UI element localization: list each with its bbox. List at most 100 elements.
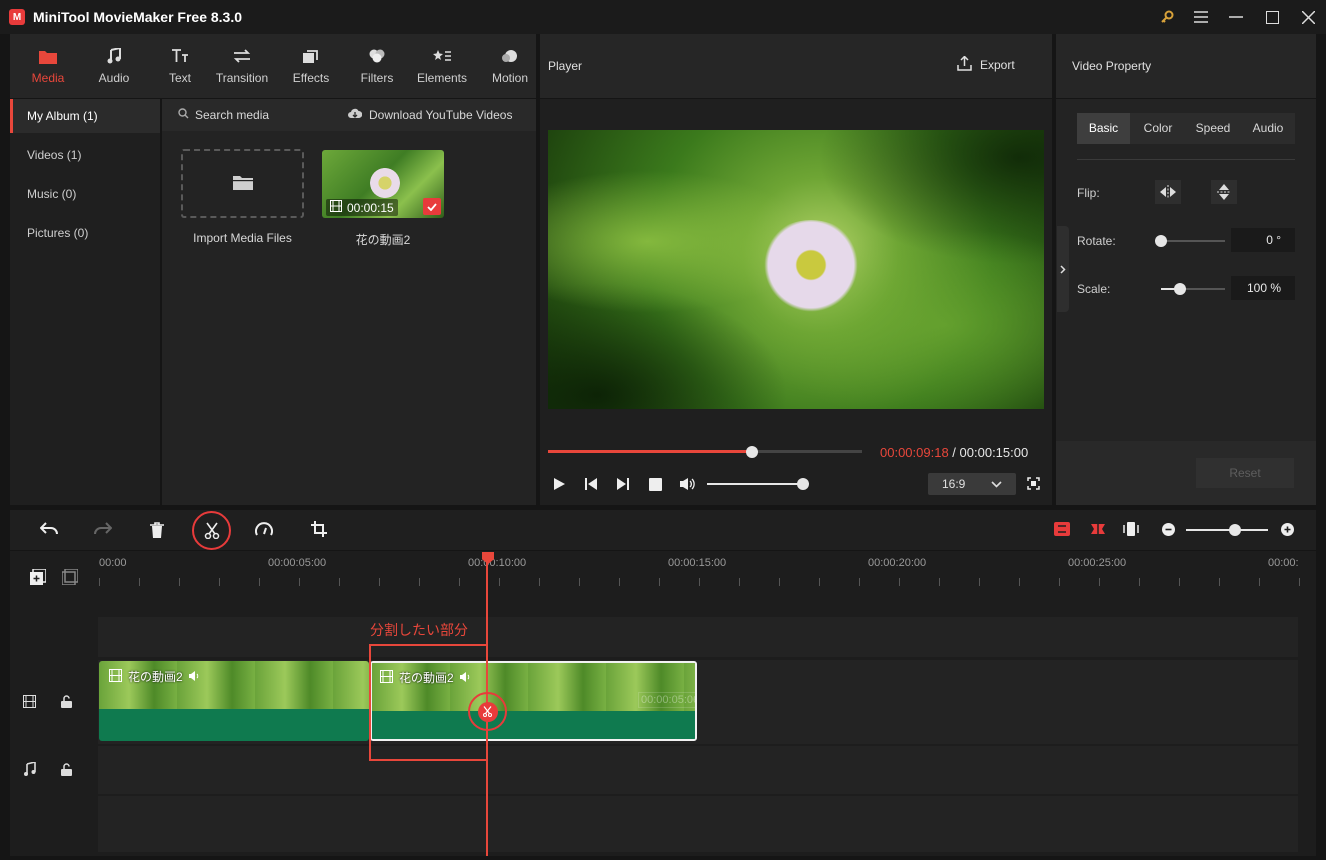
tab-media[interactable]: Media [30, 34, 66, 98]
scale-value[interactable]: 100 % [1231, 276, 1295, 300]
clip-ghost-time: 00:00:05:06 [638, 692, 695, 708]
tab-speed[interactable]: Speed [1186, 113, 1240, 144]
scissors-icon [477, 701, 498, 722]
ruler-tick [259, 578, 260, 586]
media-clip-name: 花の動画2 [355, 233, 411, 247]
undo-button[interactable] [39, 522, 58, 539]
flower-image [756, 220, 866, 320]
export-button[interactable]: Export [957, 55, 1015, 74]
tab-audio[interactable]: Audio [96, 34, 132, 98]
fit-timeline-button[interactable] [1123, 521, 1139, 540]
play-button[interactable] [552, 477, 566, 494]
flip-label: Flip: [1077, 186, 1100, 200]
video-track-lock[interactable] [61, 695, 72, 711]
track-manager-button[interactable] [61, 568, 79, 588]
tab-text-label: Text [168, 71, 191, 85]
ruler-tick [1139, 578, 1140, 586]
sidebar-item-videos[interactable]: Videos (1) [10, 138, 160, 172]
title-bar: M MiniTool MovieMaker Free 8.3.0 [0, 0, 1326, 34]
checkmark-icon [423, 198, 441, 215]
ruler-tick [219, 578, 220, 586]
add-track-button[interactable] [30, 568, 47, 588]
playhead-split-button[interactable] [468, 692, 507, 731]
ruler-tick [1259, 578, 1260, 586]
flip-vertical-button[interactable] [1211, 180, 1237, 204]
next-frame-button[interactable] [616, 477, 630, 494]
split-button[interactable] [192, 511, 231, 550]
ruler-label-20s: 00:00:20:00 [868, 557, 927, 569]
play-icon [554, 478, 565, 490]
close-icon[interactable] [1291, 0, 1325, 34]
tab-color[interactable]: Color [1131, 113, 1185, 144]
sidebar-item-music[interactable]: Music (0) [10, 177, 160, 211]
reset-button[interactable]: Reset [1196, 458, 1294, 488]
tab-transition[interactable]: Transition [214, 34, 270, 98]
tab-filters[interactable]: Filters [356, 34, 398, 98]
property-header: Video Property [1056, 34, 1316, 98]
rotate-handle[interactable] [1155, 235, 1167, 247]
volume-button[interactable] [679, 477, 696, 494]
audio-track-lock[interactable] [61, 763, 72, 779]
fullscreen-button[interactable] [1027, 477, 1040, 493]
key-icon[interactable] [1150, 0, 1184, 34]
delete-button[interactable] [150, 522, 164, 541]
ruler-tick [539, 578, 540, 586]
audio-mixer-icon [1054, 522, 1070, 536]
scale-track[interactable] [1161, 288, 1225, 290]
volume-handle[interactable] [797, 478, 809, 490]
tab-effects[interactable]: Effects [288, 34, 334, 98]
audio-mixer-button[interactable] [1054, 522, 1070, 539]
search-media-button[interactable]: Search media [178, 99, 269, 131]
previous-frame-button[interactable] [584, 477, 598, 494]
crop-icon [311, 521, 327, 537]
zoom-in-button[interactable] [1281, 523, 1294, 539]
elements-icon [433, 47, 451, 65]
zoom-out-button[interactable] [1162, 523, 1175, 539]
media-clip-thumbnail[interactable]: 00:00:15 [322, 150, 444, 218]
aspect-ratio-select[interactable]: 16:9 [928, 473, 1016, 495]
flip-horizontal-button[interactable] [1155, 180, 1181, 204]
tab-motion[interactable]: Motion [490, 34, 530, 98]
zoom-track[interactable] [1186, 529, 1268, 531]
redo-button[interactable] [94, 522, 113, 539]
tab-basic[interactable]: Basic [1077, 113, 1130, 144]
ruler-tick [1019, 578, 1020, 586]
flip-vertical-icon [1217, 184, 1231, 200]
rotate-value[interactable]: 0 ° [1231, 228, 1295, 252]
sidebar-item-pictures[interactable]: Pictures (0) [10, 216, 160, 250]
empty-track [98, 796, 1298, 852]
search-icon [178, 108, 189, 122]
timeline-clip-1[interactable]: 花の動画2 [99, 661, 369, 741]
player-title: Player [548, 59, 583, 73]
import-media-button[interactable] [181, 149, 304, 218]
menu-icon[interactable] [1184, 0, 1218, 34]
import-media-label: Import Media Files [193, 231, 292, 245]
flip-horizontal-icon [1160, 185, 1176, 199]
progress-handle[interactable] [746, 446, 759, 458]
stop-button[interactable] [649, 478, 662, 491]
tab-elements[interactable]: Elements [414, 34, 470, 98]
rotate-track[interactable] [1161, 240, 1225, 242]
ruler-tick [499, 578, 500, 586]
tab-audio-property[interactable]: Audio [1241, 113, 1295, 144]
panel-collapse-button[interactable] [1057, 226, 1069, 312]
minimize-icon[interactable] [1219, 0, 1253, 34]
filters-icon [368, 47, 386, 65]
snap-button[interactable] [1089, 522, 1107, 539]
music-track-icon [23, 760, 36, 779]
download-youtube-button[interactable]: Download YouTube Videos [348, 99, 512, 131]
clip-audio-waveform [99, 709, 369, 741]
volume-track[interactable] [707, 483, 803, 485]
ruler-tick [419, 578, 420, 586]
speed-button[interactable] [255, 521, 273, 540]
rotate-label: Rotate: [1077, 234, 1116, 248]
aspect-ratio-value: 16:9 [942, 477, 966, 491]
motion-icon [501, 47, 519, 65]
tab-text[interactable]: Text [162, 34, 198, 98]
sidebar-item-my-album[interactable]: My Album (1) [10, 99, 160, 133]
ruler-tick [299, 578, 300, 586]
maximize-icon[interactable] [1255, 0, 1289, 34]
album-sidebar: My Album (1) Videos (1) Music (0) Pictur… [10, 99, 160, 505]
progress-track[interactable] [548, 450, 862, 453]
crop-button[interactable] [311, 521, 327, 540]
